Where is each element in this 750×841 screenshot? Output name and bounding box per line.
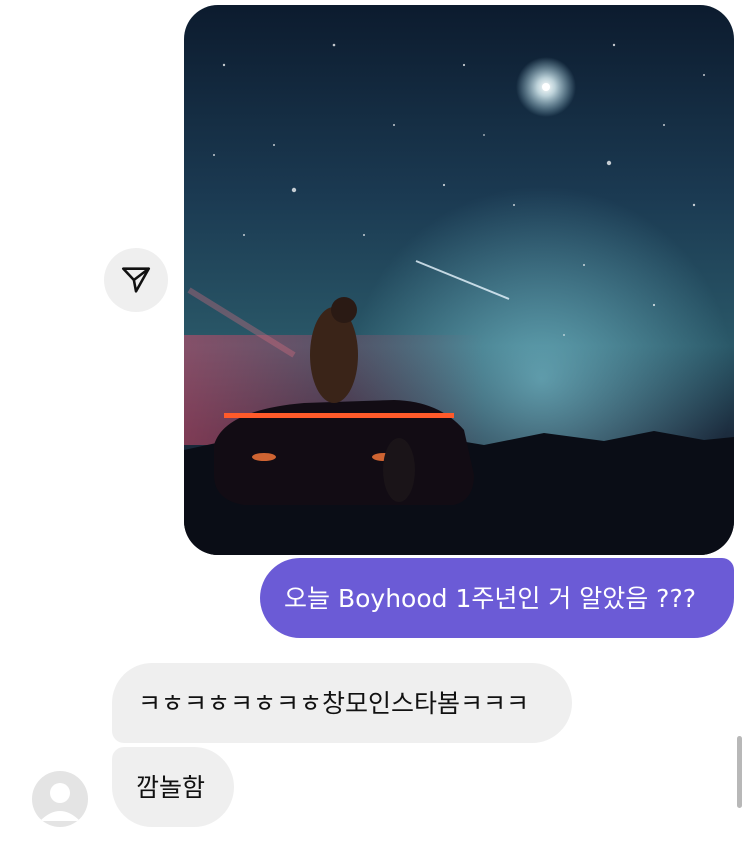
message-bubble-sent[interactable]: 오늘 Boyhood 1주년인 거 알았음 ??? [260,558,734,638]
avatar[interactable] [32,771,88,827]
message-text: 오늘 Boyhood 1주년인 거 알았음 ??? [284,583,696,613]
scrollbar[interactable] [737,736,742,808]
share-button[interactable] [104,248,168,312]
default-profile-icon [40,783,80,821]
message-bubble-received[interactable]: ㅋㅎㅋㅎㅋㅎㅋㅎ창모인스타봄ㅋㅋㅋ [112,663,572,743]
paper-plane-icon [121,267,151,293]
message-bubble-received[interactable]: 깜놀함 [112,747,234,827]
night-sky-car-photo [184,5,734,555]
message-text: 깜놀함 [136,772,206,802]
message-text: ㅋㅎㅋㅎㅋㅎㅋㅎ창모인스타봄ㅋㅋㅋ [138,688,530,718]
shared-photo[interactable] [184,5,734,555]
